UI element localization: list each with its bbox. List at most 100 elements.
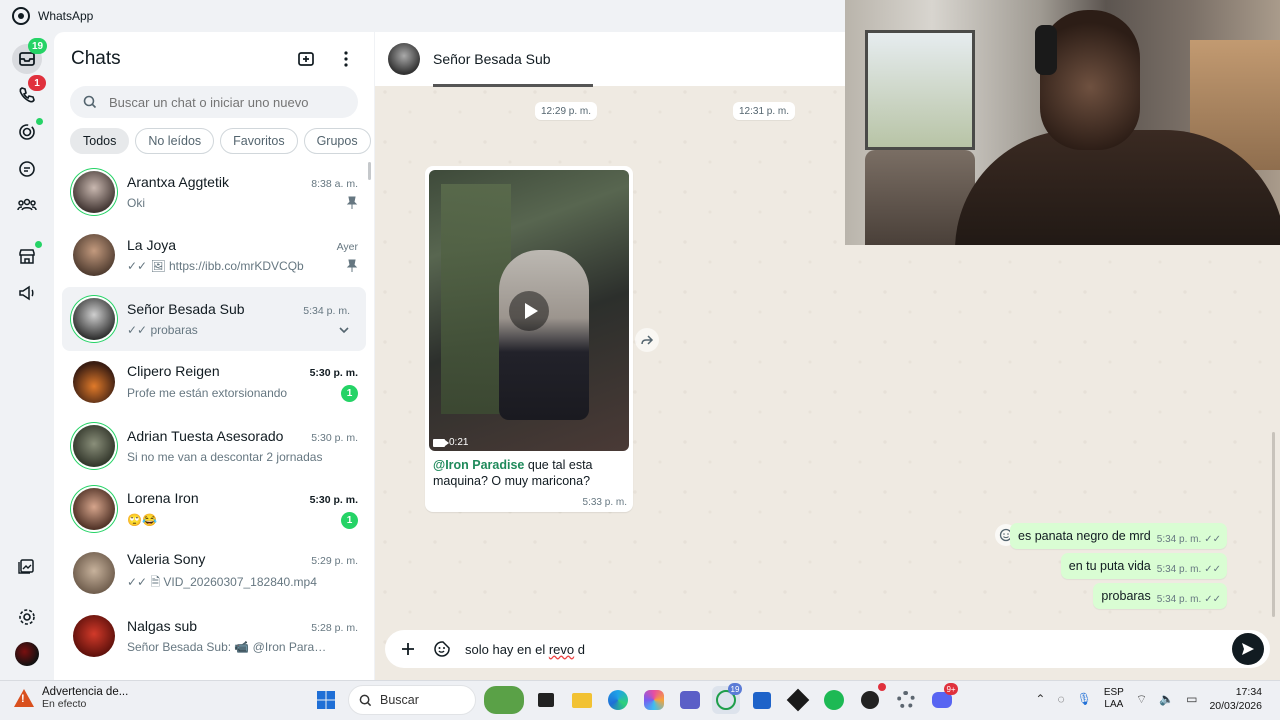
outgoing-message[interactable]: en tu puta vida 5:34 p. m. ✓✓ bbox=[1060, 553, 1227, 579]
forward-icon[interactable] bbox=[635, 328, 659, 352]
clock-time: 17:34 bbox=[1235, 686, 1262, 698]
new-chat-icon[interactable] bbox=[295, 48, 317, 70]
battery-icon[interactable]: ▭ bbox=[1186, 692, 1197, 706]
chat-preview: ✓✓ 🗎 VID_20260307_182840.mp4 bbox=[127, 575, 317, 590]
outgoing-message[interactable]: es panata negro de mrd 5:34 p. m. ✓✓ bbox=[1010, 523, 1227, 549]
language-code: ESP bbox=[1103, 687, 1124, 698]
unread-badge: 1 bbox=[341, 384, 358, 402]
discord-badge: 9+ bbox=[944, 683, 958, 695]
webcam-overlay bbox=[845, 0, 1280, 245]
video-thumbnail[interactable]: 0:21 bbox=[429, 170, 629, 451]
copilot-icon[interactable] bbox=[640, 686, 668, 714]
system-tray: ⌃ ◌ 🎙 ESP LAA ⌔ 🔈 ▭ 17:34 20/03/2026 bbox=[1035, 685, 1262, 713]
language-indicator[interactable]: ESP LAA bbox=[1104, 687, 1124, 711]
chat-name: Lorena Iron bbox=[127, 489, 199, 506]
filter-chips: Todos No leídos Favoritos Grupos bbox=[70, 128, 374, 154]
conversation-scrollbar[interactable] bbox=[1272, 432, 1275, 617]
spotify-icon[interactable] bbox=[820, 686, 848, 714]
taskbar-search-label: Buscar bbox=[380, 693, 419, 707]
chat-search-input[interactable] bbox=[109, 94, 349, 110]
chats-badge: 19 bbox=[28, 38, 48, 54]
chat-name: Valeria Sony bbox=[127, 551, 206, 568]
filter-groups[interactable]: Grupos bbox=[303, 128, 371, 154]
chat-list-item[interactable]: Clipero Reigen 5:30 p. m. Profe me están … bbox=[54, 351, 374, 415]
wifi-icon[interactable]: ⌔ bbox=[1136, 692, 1147, 707]
double-check-icon: ✓✓ bbox=[1204, 533, 1221, 545]
message-time: 5:34 p. m. bbox=[1156, 533, 1202, 545]
chat-name: Clipero Reigen bbox=[127, 362, 220, 379]
incoming-video-message[interactable]: 0:21 @Iron Paradise que tal esta maquina… bbox=[425, 166, 633, 512]
sticker-icon[interactable] bbox=[431, 638, 453, 660]
chevron-up-icon[interactable]: ⌃ bbox=[1035, 692, 1045, 706]
message-input[interactable]: solo hay en el revo d bbox=[465, 642, 1232, 657]
microphone-icon[interactable]: 🎙 bbox=[1077, 692, 1092, 706]
message-composer[interactable]: solo hay en el revo d bbox=[385, 630, 1270, 668]
profile-avatar[interactable] bbox=[15, 642, 39, 666]
ads-nav-icon[interactable] bbox=[12, 278, 42, 308]
system-clock[interactable]: 17:34 20/03/2026 bbox=[1209, 685, 1262, 713]
security-alert-widget[interactable]: Advertencia de... En efecto bbox=[14, 686, 128, 710]
conversation-header[interactable]: Señor Besada Sub bbox=[375, 32, 845, 86]
media-nav-icon[interactable] bbox=[12, 551, 42, 581]
video-scene-person bbox=[499, 250, 589, 420]
chat-list-item[interactable]: Valeria Sony 5:29 p. m. ✓✓ 🗎 VID_20260307… bbox=[54, 541, 374, 605]
video-duration: 0:21 bbox=[433, 437, 468, 448]
attach-plus-icon[interactable] bbox=[397, 638, 419, 660]
mention-link[interactable]: @Iron Paradise bbox=[433, 458, 524, 472]
filter-all[interactable]: Todos bbox=[70, 128, 130, 154]
chat-time: 8:38 a. m. bbox=[311, 177, 358, 190]
play-icon[interactable] bbox=[509, 291, 549, 331]
chat-list-item[interactable]: Nalgas sub 5:28 p. m. Señor Besada Sub: 📹… bbox=[54, 605, 374, 669]
send-icon[interactable] bbox=[1232, 633, 1264, 665]
time-pill: 12:31 p. m. bbox=[733, 102, 796, 120]
menu-kebab-icon[interactable] bbox=[335, 48, 357, 70]
file-explorer-icon[interactable] bbox=[568, 686, 596, 714]
chat-list-item[interactable]: La Joya Ayer ✓✓ 🖼 https://ibb.co/mrKDVCQb bbox=[54, 224, 374, 288]
message-time: 5:34 p. m. bbox=[1156, 563, 1202, 575]
windows-start-icon[interactable] bbox=[312, 686, 340, 714]
avatar bbox=[73, 424, 115, 467]
avatar bbox=[73, 234, 115, 277]
discord-icon[interactable]: 9+ bbox=[928, 683, 958, 714]
chat-time: Ayer bbox=[336, 241, 358, 254]
widgets-icon[interactable] bbox=[484, 686, 524, 714]
app-title: WhatsApp bbox=[38, 9, 94, 23]
pin-icon bbox=[346, 196, 358, 209]
chat-time: 5:29 p. m. bbox=[311, 555, 358, 568]
chat-list-item[interactable]: Arantxa Aggtetik 8:38 a. m. Oki bbox=[54, 160, 374, 224]
composer-text: solo hay en el bbox=[465, 641, 549, 657]
filter-unread[interactable]: No leídos bbox=[135, 128, 215, 154]
calls-badge: 1 bbox=[28, 75, 46, 91]
avatar bbox=[73, 170, 115, 213]
edge-browser-icon[interactable] bbox=[604, 686, 632, 714]
whatsapp-taskbar-icon[interactable]: 19 bbox=[712, 683, 742, 714]
webcam-window bbox=[865, 30, 975, 150]
terminal-icon[interactable] bbox=[532, 686, 560, 714]
dropbox-icon[interactable] bbox=[784, 686, 812, 714]
chat-list-item[interactable]: Lorena Iron 5:30 p. m. 🙄😂 1 bbox=[54, 478, 374, 542]
contact-avatar[interactable] bbox=[388, 43, 420, 75]
store-icon[interactable] bbox=[748, 686, 776, 714]
chat-search-box[interactable] bbox=[70, 86, 358, 118]
previous-media-edge bbox=[433, 84, 593, 87]
network-icon[interactable]: ◌ bbox=[1057, 692, 1064, 706]
settings-taskbar-icon[interactable] bbox=[892, 686, 920, 714]
double-check-icon: ✓✓ bbox=[1204, 593, 1221, 605]
chat-list-item[interactable]: Adrian Tuesta Asesorado 5:30 p. m. Si no … bbox=[54, 414, 374, 478]
business-dot bbox=[35, 241, 42, 248]
volume-icon[interactable]: 🔈 bbox=[1159, 692, 1174, 706]
chat-preview: ✓✓ probaras bbox=[127, 322, 198, 337]
chevron-down-icon[interactable] bbox=[338, 324, 350, 336]
chat-list-item-selected[interactable]: Señor Besada Sub 5:34 p. m. ✓✓ probaras bbox=[62, 287, 366, 351]
message-time: 5:33 p. m. bbox=[582, 497, 627, 508]
outgoing-message[interactable]: probaras 5:34 p. m. ✓✓ bbox=[1093, 583, 1227, 609]
settings-gear-icon[interactable] bbox=[12, 602, 42, 632]
video-camera-icon bbox=[433, 438, 449, 447]
communities-nav-icon[interactable] bbox=[12, 190, 42, 220]
taskbar-search[interactable]: Buscar bbox=[348, 685, 476, 715]
channels-nav-icon[interactable] bbox=[12, 154, 42, 184]
filter-favorites[interactable]: Favoritos bbox=[220, 128, 298, 154]
teams-icon[interactable] bbox=[676, 686, 704, 714]
chat-list-scrollbar[interactable] bbox=[368, 162, 371, 180]
app-icon-red-dot[interactable] bbox=[856, 683, 886, 714]
